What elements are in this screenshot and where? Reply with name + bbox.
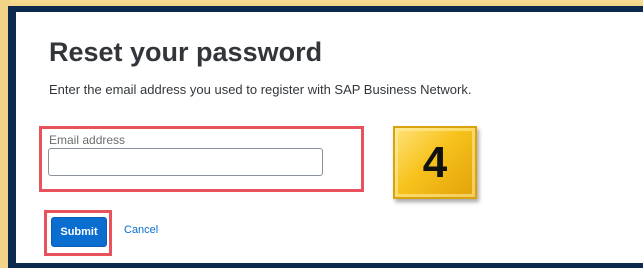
step-number-badge: 4 [393, 126, 477, 199]
submit-button[interactable]: Submit [51, 217, 107, 247]
email-field[interactable] [48, 148, 323, 176]
email-label: Email address [49, 133, 126, 147]
page-subtitle: Enter the email address you used to regi… [49, 82, 472, 97]
page-title: Reset your password [49, 37, 323, 67]
cancel-link[interactable]: Cancel [124, 224, 158, 236]
